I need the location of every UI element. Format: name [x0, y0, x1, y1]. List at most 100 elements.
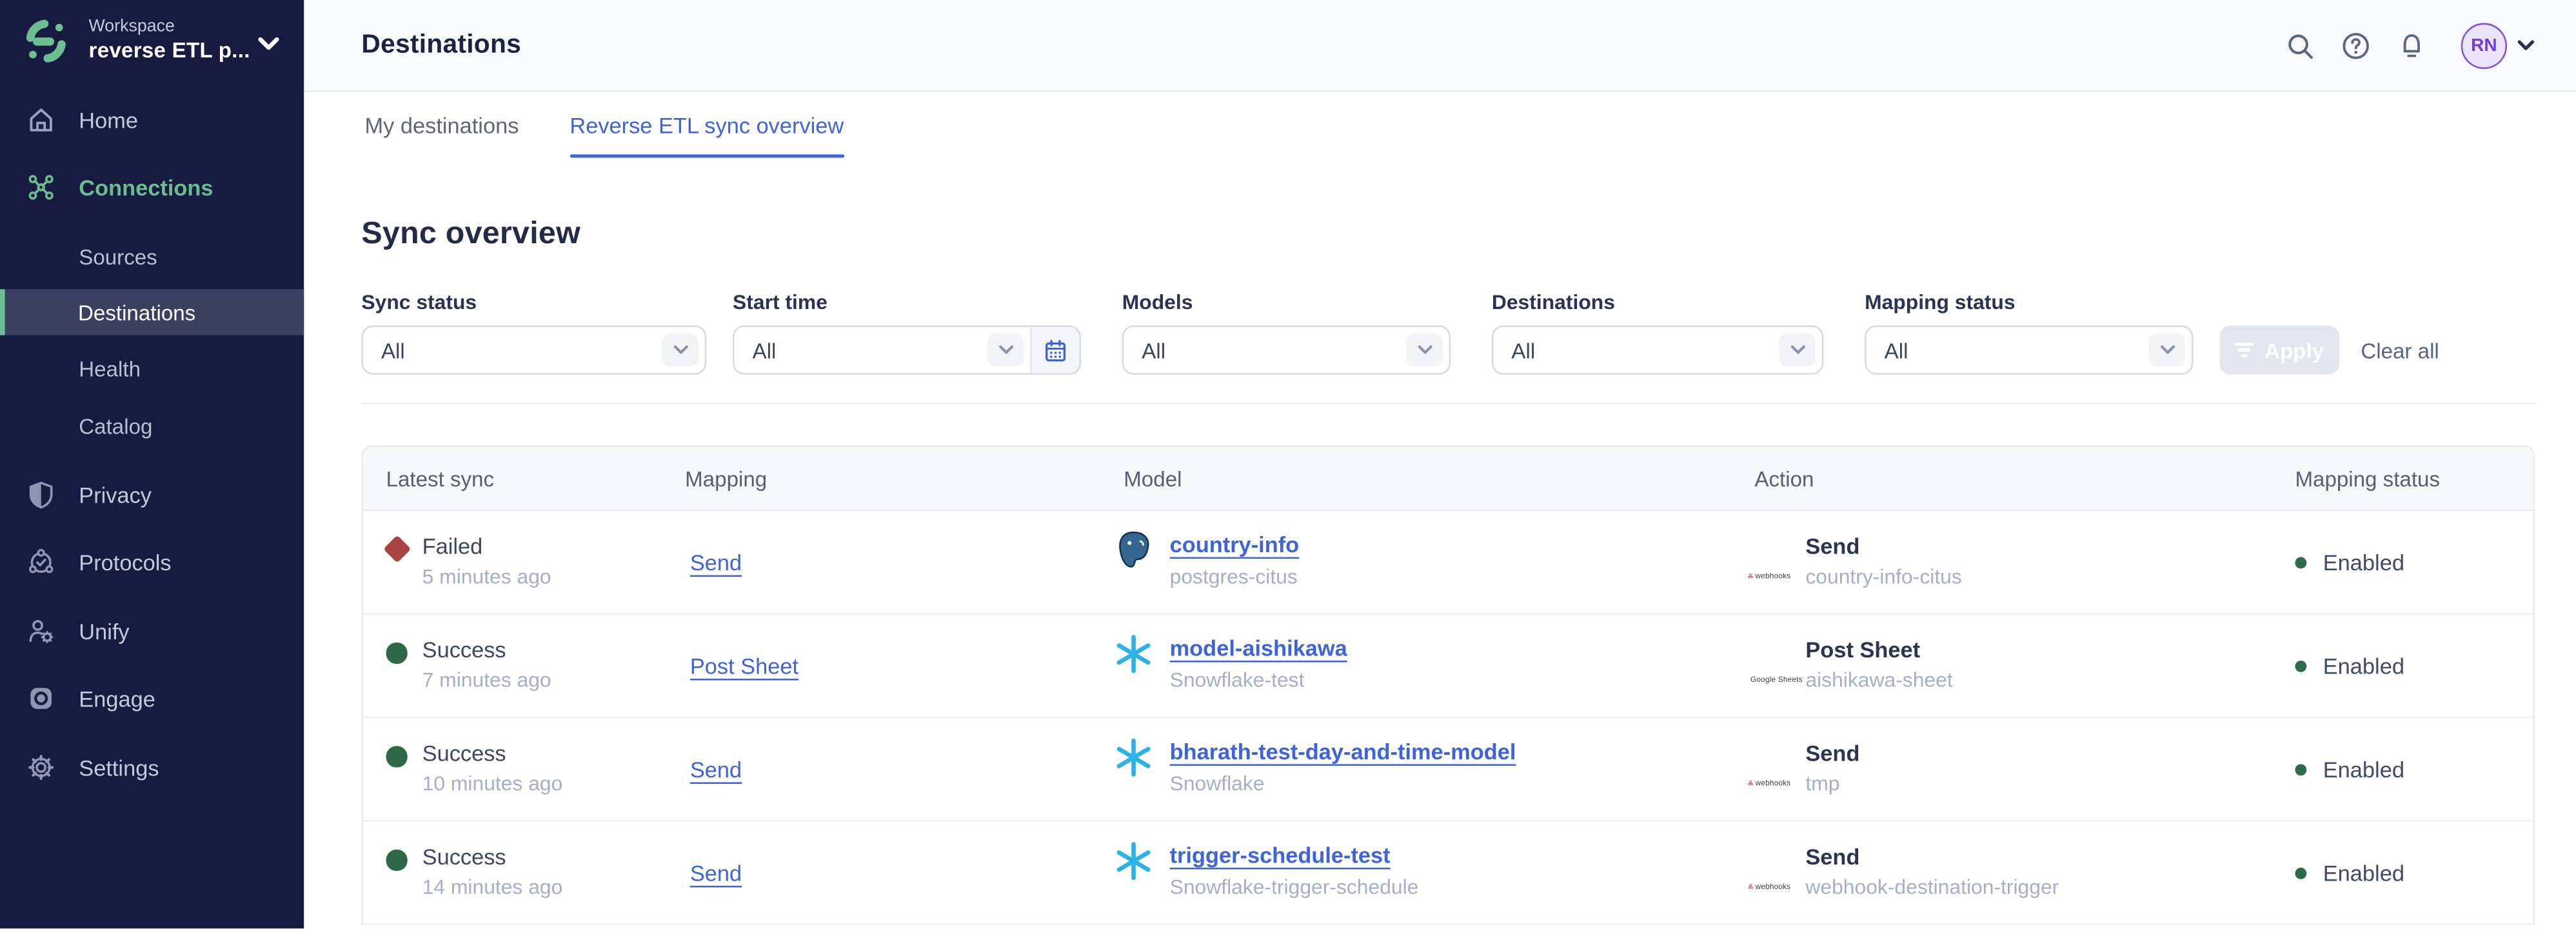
action-cell: webhooks Send country-info-citus: [1725, 511, 2272, 613]
model-sub-text: Snowflake-trigger-schedule: [1170, 877, 1419, 899]
tabs: My destinations Reverse ETL sync overvie…: [304, 92, 2576, 159]
mapping-link[interactable]: Send: [690, 550, 742, 574]
chevron-down-icon: [1779, 334, 1816, 366]
sidebar-item-sources[interactable]: Sources: [0, 234, 304, 279]
tab-reverse-etl-sync-overview[interactable]: Reverse ETL sync overview: [570, 92, 844, 159]
mapping-status-select[interactable]: All: [1865, 325, 2193, 374]
search-icon[interactable]: [2285, 30, 2315, 60]
table-row: Success 10 minutes ago Send: [363, 718, 2533, 821]
model-link[interactable]: bharath-test-day-and-time-model: [1170, 739, 1516, 766]
model-link[interactable]: trigger-schedule-test: [1170, 843, 1391, 870]
sidebar-item-label: Privacy: [79, 483, 152, 507]
sidebar-item-unify[interactable]: Unify: [0, 608, 304, 654]
workspace-switcher[interactable]: Workspace reverse ETL p...: [0, 0, 304, 74]
connections-icon: [26, 172, 56, 202]
model-link[interactable]: country-info: [1170, 532, 1300, 559]
bell-icon[interactable]: [2397, 30, 2426, 60]
model-link[interactable]: model-aishikawa: [1170, 636, 1347, 663]
sync-overview-table: Latest sync Mapping Model Action Mapping…: [361, 445, 2535, 925]
destination-type-label: webhooks: [1756, 883, 1791, 891]
column-header-mapping: Mapping: [660, 466, 1089, 490]
mapping-status-cell: Enabled: [2272, 718, 2533, 820]
models-select[interactable]: All: [1122, 325, 1451, 374]
mapping-cell: Send: [660, 718, 1089, 820]
google-sheets-icon: Google Sheets: [1748, 643, 1790, 717]
tab-label: My destinations: [364, 114, 519, 138]
latest-sync-cell: Success 7 minutes ago: [363, 615, 660, 717]
sidebar-item-engage[interactable]: Engage: [0, 675, 304, 721]
clear-all-button[interactable]: Clear all: [2361, 325, 2439, 374]
sidebar-item-privacy[interactable]: Privacy: [0, 472, 304, 517]
top-header: Destinations: [304, 0, 2576, 92]
chevron-down-icon: [2149, 334, 2185, 366]
mapping-link[interactable]: Send: [690, 757, 742, 781]
snowflake-icon: [1112, 736, 1154, 779]
select-value: All: [1142, 337, 1165, 362]
destination-type-label: Google Sheets: [1750, 675, 1803, 684]
sync-status-text: Success: [422, 637, 551, 664]
failed-status-icon: [386, 539, 410, 613]
enabled-dot-icon: [2295, 660, 2306, 672]
chevron-down-icon: [662, 334, 698, 366]
sidebar-item-settings[interactable]: Settings: [0, 744, 304, 790]
action-title: Send: [1805, 844, 2059, 871]
mapping-status-cell: Enabled: [2272, 615, 2533, 717]
sidebar-item-connections[interactable]: Connections: [0, 165, 304, 210]
avatar-initials: RN: [2471, 35, 2497, 55]
tab-my-destinations[interactable]: My destinations: [364, 92, 519, 159]
column-header-latest-sync: Latest sync: [363, 466, 660, 490]
mapping-status-text: Enabled: [2323, 654, 2404, 678]
apply-label: Apply: [2264, 337, 2324, 362]
tab-label: Reverse ETL sync overview: [570, 114, 844, 138]
sidebar-item-catalog[interactable]: Catalog: [0, 403, 304, 448]
latest-sync-cell: Failed 5 minutes ago: [363, 511, 660, 613]
workspace-label: Workspace: [89, 16, 250, 37]
table-row: Success 14 minutes ago Send: [363, 822, 2533, 925]
sidebar-item-health[interactable]: Health: [0, 345, 304, 391]
chevron-down-icon: [987, 334, 1024, 366]
sidebar-item-label: Settings: [79, 755, 159, 779]
start-time-select[interactable]: All: [733, 325, 1081, 374]
sidebar-item-protocols[interactable]: Protocols: [0, 539, 304, 584]
engage-icon: [26, 684, 56, 714]
rudderstack-logo-icon: [21, 16, 70, 74]
filter-label: Start time: [733, 292, 1081, 314]
column-header-mapping-status: Mapping status: [2272, 466, 2533, 490]
workspace-name: reverse ETL p...: [89, 38, 250, 65]
sync-status-text: Success: [422, 741, 563, 768]
help-icon[interactable]: [2341, 30, 2371, 60]
workspace-chevron-down-icon[interactable]: [258, 30, 279, 59]
enabled-dot-icon: [2295, 867, 2306, 879]
action-title: Send: [1805, 534, 1961, 561]
mapping-cell: Send: [660, 822, 1089, 924]
page-title: Destinations: [361, 30, 521, 60]
mapping-status-cell: Enabled: [2272, 511, 2533, 613]
filter-sync-status: Sync status All: [361, 292, 706, 374]
mapping-link[interactable]: Post Sheet: [690, 654, 798, 678]
filter-label: Mapping status: [1865, 292, 2193, 314]
action-sub-text: aishikawa-sheet: [1805, 670, 1952, 692]
success-status-icon: [386, 746, 410, 820]
mapping-status-text: Enabled: [2323, 550, 2404, 574]
sidebar-item-home[interactable]: Home: [0, 97, 304, 143]
select-value: All: [1511, 337, 1535, 362]
mapping-link[interactable]: Send: [690, 860, 742, 884]
sidebar-item-label: Home: [79, 108, 138, 132]
sync-status-text: Success: [422, 844, 563, 871]
enabled-dot-icon: [2295, 556, 2306, 568]
calendar-icon[interactable]: [1030, 327, 1079, 373]
user-menu-chevron-down-icon[interactable]: [2517, 39, 2535, 51]
table-header-row: Latest sync Mapping Model Action Mapping…: [363, 447, 2533, 511]
apply-button[interactable]: Apply: [2219, 325, 2339, 374]
destinations-select[interactable]: All: [1492, 325, 1824, 374]
success-status-icon: [386, 850, 410, 924]
sidebar-item-label: Unify: [79, 619, 129, 643]
sync-time-text: 14 minutes ago: [422, 877, 563, 899]
model-cell: trigger-schedule-test Snowflake-trigger-…: [1089, 822, 1725, 924]
sync-status-select[interactable]: All: [361, 325, 706, 374]
main-area: Destinations: [304, 0, 2576, 929]
select-value: All: [1885, 337, 1908, 362]
sidebar-item-destinations[interactable]: Destinations: [0, 289, 304, 335]
avatar[interactable]: RN: [2461, 22, 2507, 68]
unify-icon: [26, 616, 56, 646]
